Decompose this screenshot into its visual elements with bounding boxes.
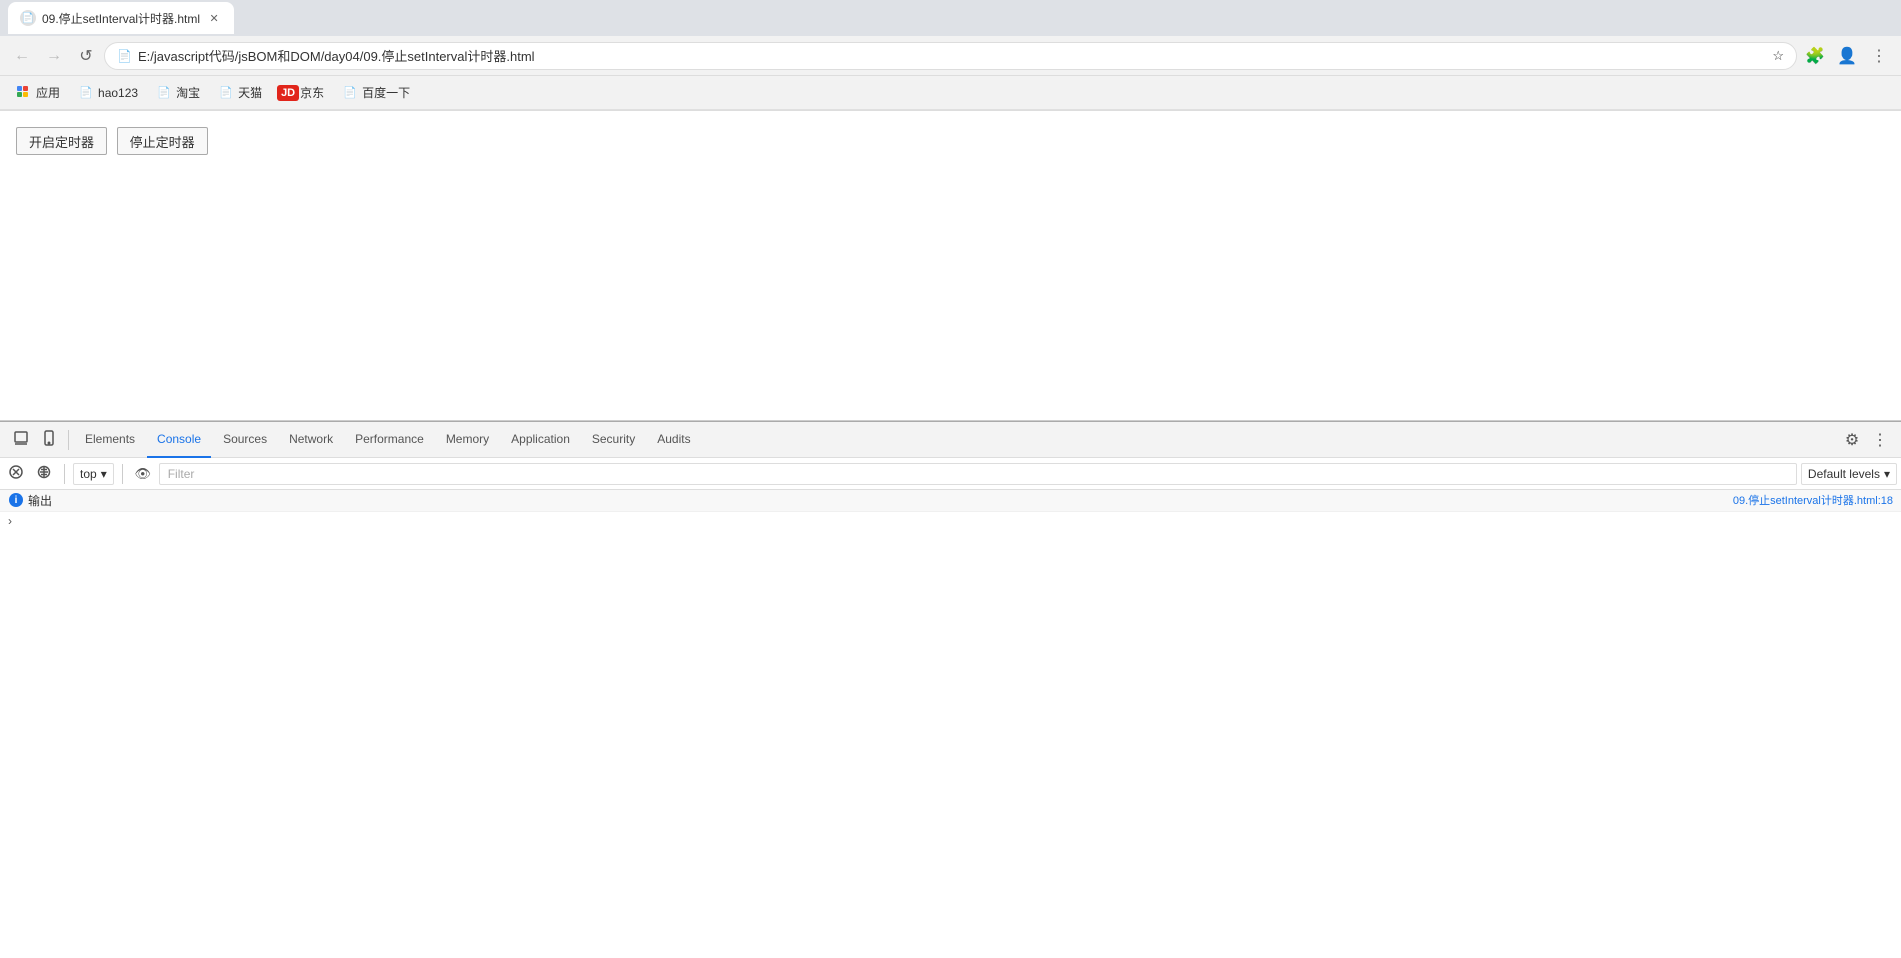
prompt-arrow-icon: › <box>8 514 12 528</box>
bookmark-baidu[interactable]: 📄 百度一下 <box>334 80 418 106</box>
address-text: E:/javascript代码/jsBOM和DOM/day04/09.停止set… <box>138 46 1766 65</box>
tab-audits[interactable]: Audits <box>647 422 700 458</box>
tab-network[interactable]: Network <box>279 422 343 458</box>
more-menu-button[interactable]: ⋮ <box>1865 42 1893 70</box>
clear-icon <box>9 465 23 482</box>
tab-security[interactable]: Security <box>582 422 645 458</box>
tab-bar: 📄 09.停止setInterval计时器.html ✕ <box>0 0 1901 36</box>
forward-icon: → <box>46 47 62 65</box>
console-filter-button[interactable] <box>32 462 56 486</box>
baidu-icon: 📄 <box>342 85 358 101</box>
extensions-button[interactable]: 🧩 <box>1801 42 1829 70</box>
tab-title: 09.停止setInterval计时器.html <box>42 10 200 27</box>
address-bar[interactable]: 📄 E:/javascript代码/jsBOM和DOM/day04/09.停止s… <box>104 42 1797 70</box>
level-chevron-icon: ▾ <box>1884 467 1890 481</box>
jd-icon: JD <box>280 85 296 101</box>
start-timer-button[interactable]: 开启定时器 <box>16 127 107 155</box>
bookmarks-bar: 应用 📄 hao123 📄 淘宝 📄 天猫 JD 京东 📄 百度一下 <box>0 76 1901 110</box>
devtools-divider <box>68 430 69 450</box>
console-toolbar: top ▾ 👁 Default levels ▾ <box>0 458 1901 490</box>
console-prompt-row[interactable]: › <box>0 512 1901 530</box>
profile-icon: 👤 <box>1837 46 1857 66</box>
extensions-icon: 🧩 <box>1805 46 1825 66</box>
console-output: i 输出 09.停止setInterval计时器.html:18 › <box>0 490 1901 958</box>
context-value: top <box>80 467 97 481</box>
filter-icon <box>37 465 51 482</box>
context-selector[interactable]: top ▾ <box>73 463 114 485</box>
nav-right-buttons: 🧩 👤 ⋮ <box>1801 42 1893 70</box>
console-toolbar-divider <box>64 464 65 484</box>
devtools-inspect-button[interactable] <box>8 427 34 453</box>
level-selector[interactable]: Default levels ▾ <box>1801 463 1897 485</box>
console-toolbar-divider2 <box>122 464 123 484</box>
chevron-down-icon: ▾ <box>101 467 107 481</box>
log-source-link[interactable]: 09.停止setInterval计时器.html:18 <box>1733 492 1893 508</box>
browser-tab[interactable]: 📄 09.停止setInterval计时器.html ✕ <box>8 2 234 34</box>
eye-icon: 👁 <box>134 466 151 482</box>
devtools-toolbar-right: ⚙ ⋮ <box>1839 427 1893 453</box>
devtools-panel: Elements Console Sources Network Perform… <box>0 421 1901 958</box>
browser-chrome: 📄 09.停止setInterval计时器.html ✕ ← → ↺ 📄 E:/… <box>0 0 1901 111</box>
log-text: 输出 <box>28 492 1733 509</box>
stop-timer-button[interactable]: 停止定时器 <box>117 127 208 155</box>
apps-grid-icon <box>16 85 32 101</box>
tab-elements[interactable]: Elements <box>75 422 145 458</box>
reload-icon: ↺ <box>79 46 92 66</box>
devtools-more-button[interactable]: ⋮ <box>1867 427 1893 453</box>
tab-application[interactable]: Application <box>501 422 580 458</box>
bookmark-hao123[interactable]: 📄 hao123 <box>70 80 146 106</box>
profile-button[interactable]: 👤 <box>1833 42 1861 70</box>
back-icon: ← <box>14 47 30 65</box>
info-log-icon: i <box>8 492 24 508</box>
console-clear-button[interactable] <box>4 462 28 486</box>
inspect-icon <box>13 430 29 449</box>
bookmark-apps-label: 应用 <box>36 84 60 101</box>
devtools-device-button[interactable] <box>36 427 62 453</box>
bookmark-star-icon: ☆ <box>1772 48 1784 64</box>
tab-console[interactable]: Console <box>147 422 211 458</box>
tmall-icon: 📄 <box>218 85 234 101</box>
bookmark-baidu-label: 百度一下 <box>362 84 410 101</box>
page-content: 开启定时器 停止定时器 <box>0 111 1901 421</box>
devtools-settings-button[interactable]: ⚙ <box>1839 427 1865 453</box>
device-icon <box>41 430 57 449</box>
forward-button[interactable]: → <box>40 42 68 70</box>
more-icon: ⋮ <box>1871 46 1887 66</box>
console-filter-input[interactable] <box>159 463 1797 485</box>
address-file-icon: 📄 <box>117 49 132 63</box>
hao123-icon: 📄 <box>78 85 94 101</box>
tab-favicon: 📄 <box>20 10 36 26</box>
taobao-icon: 📄 <box>156 85 172 101</box>
back-button[interactable]: ← <box>8 42 36 70</box>
tab-sources[interactable]: Sources <box>213 422 277 458</box>
bookmark-hao123-label: hao123 <box>98 86 138 100</box>
bookmark-taobao-label: 淘宝 <box>176 84 200 101</box>
reload-button[interactable]: ↺ <box>72 42 100 70</box>
tab-performance[interactable]: Performance <box>345 422 434 458</box>
bookmark-tmall[interactable]: 📄 天猫 <box>210 80 270 106</box>
bookmark-apps[interactable]: 应用 <box>8 80 68 106</box>
bookmark-jd[interactable]: JD 京东 <box>272 80 332 106</box>
console-eye-button[interactable]: 👁 <box>131 462 155 486</box>
settings-icon: ⚙ <box>1845 430 1859 450</box>
level-value: Default levels <box>1808 467 1880 481</box>
bookmark-taobao[interactable]: 📄 淘宝 <box>148 80 208 106</box>
bookmark-tmall-label: 天猫 <box>238 84 262 101</box>
devtools-more-icon: ⋮ <box>1872 430 1888 450</box>
console-log-row: i 输出 09.停止setInterval计时器.html:18 <box>0 490 1901 512</box>
devtools-tab-bar: Elements Console Sources Network Perform… <box>0 422 1901 458</box>
bookmark-jd-label: 京东 <box>300 84 324 101</box>
tab-memory[interactable]: Memory <box>436 422 499 458</box>
tab-close-button[interactable]: ✕ <box>206 10 222 26</box>
navigation-bar: ← → ↺ 📄 E:/javascript代码/jsBOM和DOM/day04/… <box>0 36 1901 76</box>
